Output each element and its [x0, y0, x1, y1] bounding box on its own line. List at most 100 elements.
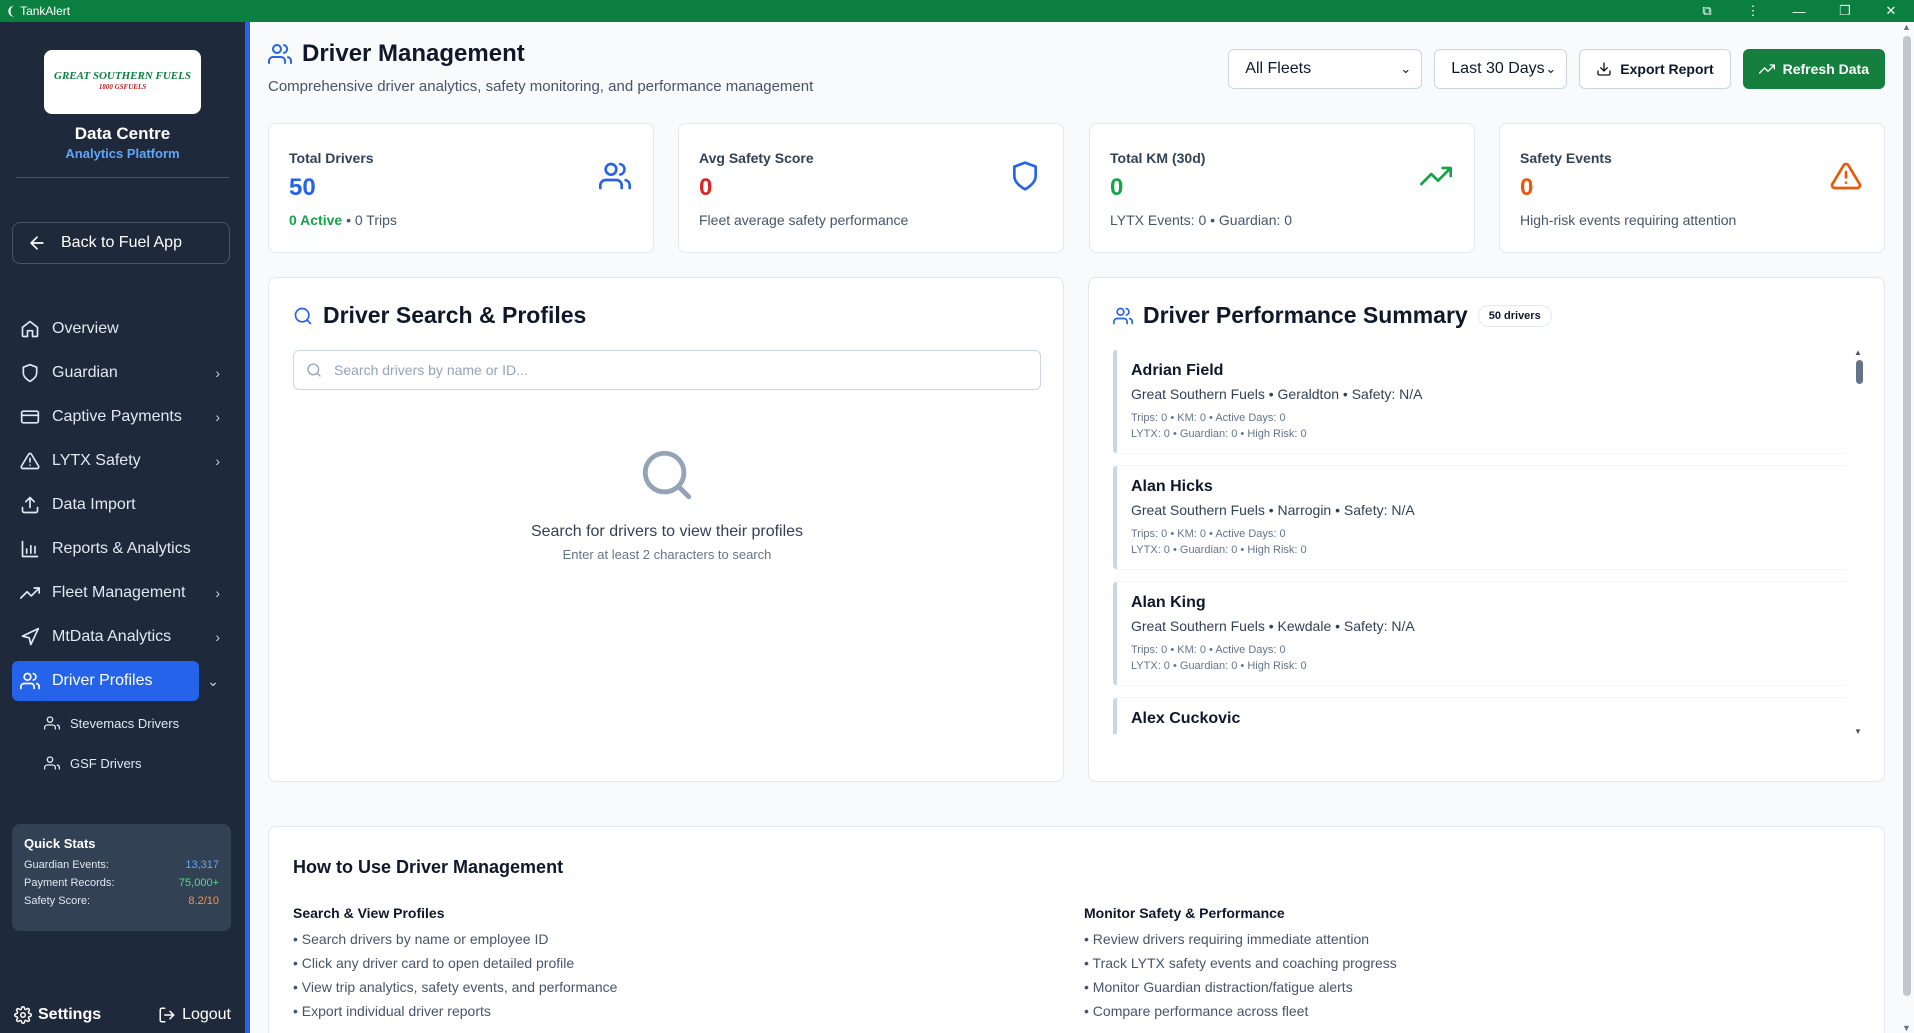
- sidebar-item-label: Fleet Management: [52, 584, 186, 601]
- scroll-down-icon[interactable]: ▼: [1854, 727, 1862, 736]
- logout-button[interactable]: Logout: [158, 1006, 231, 1024]
- section-item: • Search drivers by name or employee ID: [293, 931, 549, 947]
- sidebar-item-guardian[interactable]: Guardian ›: [12, 353, 230, 393]
- section-item: • Review drivers requiring immediate att…: [1084, 931, 1370, 947]
- driver-search-field[interactable]: [293, 350, 1041, 390]
- scroll-up-icon[interactable]: ▲: [1854, 348, 1862, 357]
- sidebar-item-data-import[interactable]: Data Import: [12, 485, 230, 525]
- stat-card-safety-events: Safety Events 0 High-risk events requiri…: [1499, 123, 1885, 253]
- company-logo: GREAT SOUTHERN FUELS 1800 GSFUELS: [44, 50, 201, 114]
- section-heading: Monitor Safety & Performance: [1084, 905, 1285, 921]
- search-icon: [642, 450, 692, 500]
- back-to-fuel-app-button[interactable]: Back to Fuel App: [12, 222, 230, 264]
- period-select-value: Last 30 Days: [1451, 60, 1545, 77]
- stat-subtext: 0 Active • 0 Trips: [289, 212, 633, 228]
- scrollbar-thumb[interactable]: [1856, 360, 1863, 384]
- shield-icon: [22, 363, 38, 383]
- chevron-down-icon: ⌄: [1400, 61, 1412, 76]
- empty-state-title: Search for drivers to view their profile…: [530, 523, 804, 540]
- brand-subtitle: Analytics Platform: [65, 146, 180, 161]
- stat-value: 0: [699, 174, 713, 201]
- period-select[interactable]: Last 30 Days ⌄: [1434, 49, 1568, 89]
- fleet-select[interactable]: All Fleets ⌄: [1228, 49, 1423, 89]
- sidebar-item-label: LYTX Safety: [52, 452, 141, 469]
- brand: GREAT SOUTHERN FUELS 1800 GSFUELS Data C…: [0, 22, 245, 178]
- driver-name: Alan Hicks: [1131, 478, 1213, 495]
- extensions-icon[interactable]: ⧉: [1684, 3, 1730, 19]
- sidebar-item-lytx-safety[interactable]: LYTX Safety ›: [12, 441, 230, 481]
- quick-stat-label: Safety Score:: [24, 895, 91, 907]
- how-to-monitor-section: Monitor Safety & Performance • Review dr…: [1084, 905, 1397, 1027]
- driver-card[interactable]: Alex Cuckovic: [1113, 698, 1849, 734]
- quick-stat-label: Payment Records:: [24, 877, 115, 889]
- stat-trips-count: • 0 Trips: [342, 212, 397, 228]
- scroll-down-icon[interactable]: ▼: [1902, 1023, 1911, 1033]
- driver-card[interactable]: Alan Hicks Great Southern Fuels • Narrog…: [1113, 466, 1849, 569]
- driver-list-scrollbar[interactable]: ▲ ▼: [1854, 348, 1864, 736]
- stat-subtext: Fleet average safety performance: [699, 212, 909, 228]
- driver-trip-stats: Trips: 0 • KM: 0 • Active Days: 0: [1131, 412, 1286, 424]
- stat-label: Safety Events: [1520, 150, 1612, 166]
- app-title: ❨ TankAlert: [6, 4, 70, 18]
- download-icon: [1597, 62, 1611, 76]
- stat-value: 50: [289, 174, 316, 201]
- export-report-button[interactable]: Export Report: [1579, 49, 1731, 89]
- quick-stat-label: Guardian Events:: [24, 859, 109, 871]
- chevron-down-icon[interactable]: ⌄: [207, 673, 219, 690]
- close-icon[interactable]: ✕: [1868, 3, 1914, 19]
- stat-subtext: LYTX Events: 0 • Guardian: 0: [1110, 212, 1293, 228]
- scrollbar-thumb[interactable]: [1903, 36, 1911, 996]
- driver-card[interactable]: Alan King Great Southern Fuels • Kewdale…: [1113, 582, 1849, 685]
- sidebar-item-reports-analytics[interactable]: Reports & Analytics: [12, 529, 230, 569]
- sidebar-footer: Settings Logout: [0, 997, 245, 1033]
- maximize-icon[interactable]: ❐: [1822, 3, 1868, 19]
- subnav-item-gsf-drivers[interactable]: GSF Drivers: [12, 745, 230, 781]
- bar-chart-icon: [21, 540, 39, 558]
- sidebar-item-captive-payments[interactable]: Captive Payments ›: [12, 397, 230, 437]
- fleet-select-value: All Fleets: [1245, 60, 1312, 77]
- page-title: Driver Management: [268, 40, 813, 68]
- sidebar: GREAT SOUTHERN FUELS 1800 GSFUELS Data C…: [0, 22, 250, 1033]
- credit-card-icon: [20, 410, 40, 424]
- sidebar-item-fleet-management[interactable]: Fleet Management ›: [12, 573, 230, 613]
- sidebar-item-label: Guardian: [52, 364, 118, 381]
- minimize-icon[interactable]: —: [1776, 4, 1822, 19]
- divider: [16, 177, 229, 178]
- quick-stat-payment-records: Payment Records: 75,000+: [24, 877, 219, 889]
- stat-card-avg-safety-score: Avg Safety Score 0 Fleet average safety …: [678, 123, 1064, 253]
- page-scrollbar[interactable]: ▲ ▼: [1900, 22, 1914, 1033]
- main-content: Driver Management Comprehensive driver a…: [250, 22, 1900, 1033]
- driver-card[interactable]: Adrian Field Great Southern Fuels • Gera…: [1113, 350, 1849, 453]
- chevron-right-icon: ›: [215, 365, 220, 381]
- search-icon: [294, 307, 312, 324]
- section-item: • Click any driver card to open detailed…: [293, 955, 575, 971]
- users-icon: [44, 716, 60, 730]
- users-icon: [599, 160, 632, 197]
- sidebar-item-driver-profiles[interactable]: Driver Profiles ⌄: [12, 661, 219, 701]
- refresh-data-button[interactable]: Refresh Data: [1742, 49, 1885, 89]
- panel-title: Driver Search & Profiles: [293, 302, 586, 329]
- alert-triangle-icon: [1830, 160, 1862, 197]
- users-icon: [268, 44, 292, 64]
- more-menu-icon[interactable]: ⋮: [1730, 3, 1776, 19]
- driver-safety-stats: LYTX: 0 • Guardian: 0 • High Risk: 0: [1131, 660, 1307, 672]
- logout-icon: [159, 1007, 175, 1023]
- navigation-icon: [21, 627, 40, 646]
- page-description: Comprehensive driver analytics, safety m…: [268, 78, 814, 95]
- driver-safety-stats: LYTX: 0 • Guardian: 0 • High Risk: 0: [1131, 428, 1307, 440]
- quick-stat-value: 75,000+: [178, 877, 219, 889]
- section-item: • Track LYTX safety events and coaching …: [1084, 955, 1397, 971]
- stat-value: 0: [1110, 174, 1124, 201]
- settings-button[interactable]: Settings: [14, 1006, 101, 1024]
- sidebar-item-mtdata-analytics[interactable]: MtData Analytics ›: [12, 617, 230, 657]
- scroll-up-icon[interactable]: ▲: [1902, 22, 1911, 32]
- sidebar-item-label: Data Import: [52, 496, 136, 513]
- users-icon: [20, 672, 40, 690]
- driver-search-input[interactable]: [334, 362, 1014, 378]
- sidebar-item-label: Overview: [52, 320, 119, 337]
- driver-performance-panel: Driver Performance Summary 50 drivers Ad…: [1088, 277, 1885, 782]
- subnav-item-stevemacs-drivers[interactable]: Stevemacs Drivers: [12, 705, 230, 741]
- section-item: • Compare performance across fleet: [1084, 1003, 1309, 1019]
- chevron-right-icon: ›: [215, 585, 220, 601]
- sidebar-item-overview[interactable]: Overview: [12, 309, 230, 349]
